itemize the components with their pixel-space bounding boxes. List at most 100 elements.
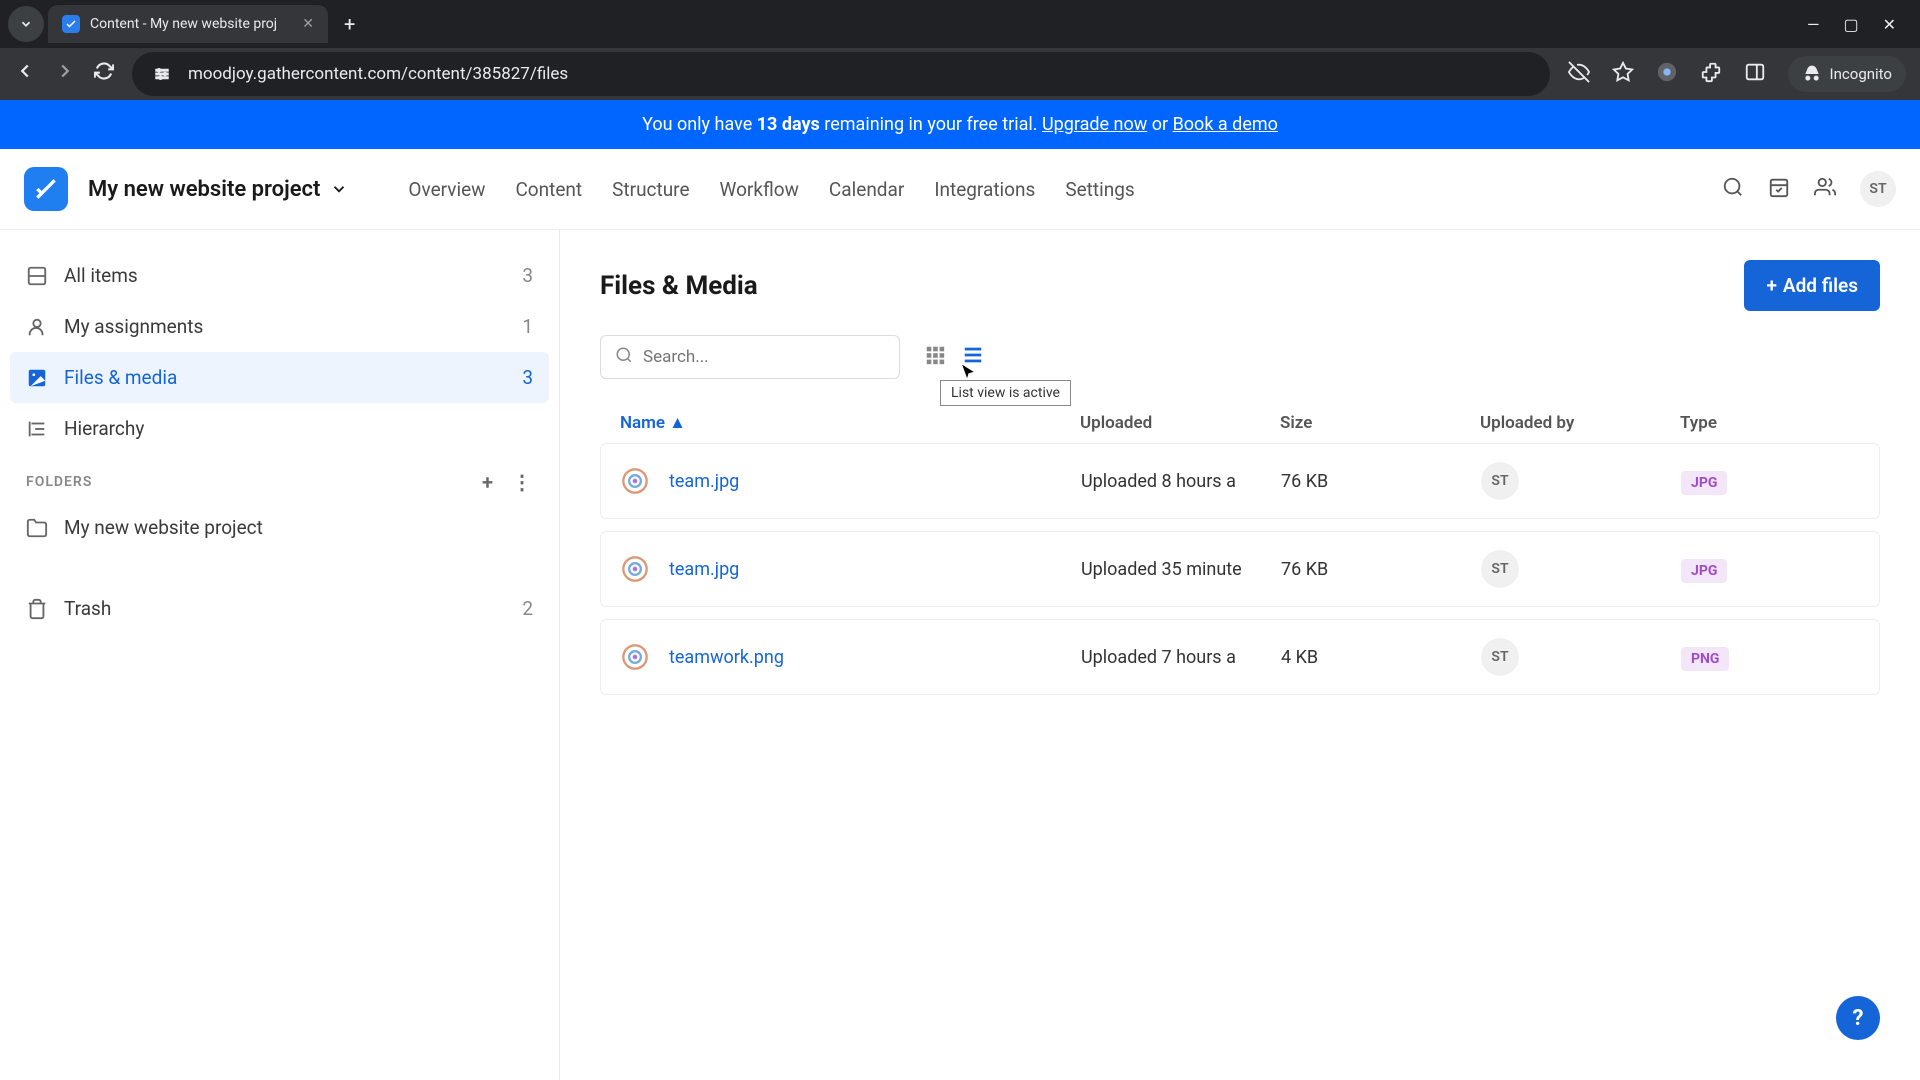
browser-chrome: Content - My new website proj ✕ + — ▢ ✕ … [0,0,1920,100]
bookmark-icon[interactable] [1612,61,1634,87]
minimize-button[interactable]: — [1807,15,1820,34]
file-uploader: ST [1481,638,1681,676]
table-row[interactable]: team.jpg Uploaded 35 minute 76 KB ST JPG [600,531,1880,607]
demo-link[interactable]: Book a demo [1173,114,1278,135]
tab-bar: Content - My new website proj ✕ + — ▢ ✕ [0,0,1920,48]
profile-icon[interactable] [1656,61,1678,87]
trash-count: 2 [522,597,533,620]
table-row[interactable]: teamwork.png Uploaded 7 hours a 4 KB ST … [600,619,1880,695]
view-toggle: List view is active [920,340,988,374]
folder-icon [26,517,48,539]
file-table: Name ▲ Uploaded Size Uploaded by Type te… [600,403,1880,695]
close-icon[interactable]: ✕ [302,16,314,32]
sidebar-item-label: Files & media [64,366,177,389]
sidebar-item-label: Hierarchy [64,417,144,440]
upgrade-link[interactable]: Upgrade now [1042,114,1147,135]
browser-tab[interactable]: Content - My new website proj ✕ [48,5,328,43]
site-settings-icon[interactable] [150,62,174,86]
folder-menu-button[interactable]: ⋮ [512,470,533,494]
sidebar: All items 3 My assignments 1 Files & med… [0,230,560,1080]
project-selector[interactable]: My new website project [88,177,348,202]
image-icon [26,367,48,389]
file-uploaded: Uploaded 35 minute [1081,559,1281,580]
project-name: My new website project [88,177,320,202]
file-uploader: ST [1481,550,1681,588]
add-files-label: Add files [1783,274,1858,297]
search-icon[interactable] [1722,176,1744,202]
search-box[interactable] [600,335,900,379]
col-type[interactable]: Type [1680,413,1860,433]
new-tab-button[interactable]: + [332,4,367,44]
trial-or: or [1147,114,1172,135]
app-logo[interactable] [24,167,68,211]
app-root: You only have 13 days remaining in your … [0,100,1920,1080]
tab-calendar[interactable]: Calendar [829,178,904,201]
tab-structure[interactable]: Structure [612,178,689,201]
calendar-icon[interactable] [1768,176,1790,202]
inbox-icon [26,265,48,287]
list-view-button[interactable] [958,340,988,374]
side-panel-icon[interactable] [1744,61,1766,87]
sidebar-item-count: 3 [522,366,533,389]
file-size: 76 KB [1281,471,1481,492]
sidebar-trash[interactable]: Trash 2 [10,583,549,634]
sidebar-item-files[interactable]: Files & media 3 [10,352,549,403]
file-size: 76 KB [1281,559,1481,580]
avatar[interactable]: ST [1860,171,1896,207]
sort-asc-icon: ▲ [669,413,686,433]
tab-workflow[interactable]: Workflow [720,178,799,201]
favicon-icon [62,15,80,33]
tooltip: List view is active [940,380,1071,406]
user-icon [26,316,48,338]
sidebar-item-label: All items [64,264,138,287]
table-row[interactable]: team.jpg Uploaded 8 hours a 76 KB ST JPG [600,443,1880,519]
back-button[interactable] [14,60,36,88]
tab-integrations[interactable]: Integrations [934,178,1035,201]
sidebar-item-hierarchy[interactable]: Hierarchy [10,403,549,454]
extensions-icon[interactable] [1700,61,1722,87]
sidebar-folder[interactable]: My new website project [10,502,549,553]
sidebar-item-all[interactable]: All items 3 [10,250,549,301]
add-folder-button[interactable]: + [482,470,494,494]
add-files-button[interactable]: + Add files [1744,260,1880,311]
tab-overview[interactable]: Overview [408,178,485,201]
trial-middle: remaining in your free trial. [820,114,1042,135]
chevron-down-icon [19,17,33,31]
col-size[interactable]: Size [1280,413,1480,433]
folder-name: My new website project [64,516,263,539]
sidebar-item-assignments[interactable]: My assignments 1 [10,301,549,352]
incognito-badge[interactable]: Incognito [1788,56,1906,92]
trial-banner: You only have 13 days remaining in your … [0,100,1920,149]
file-type: JPG [1681,471,1859,492]
sidebar-item-count: 1 [522,315,533,338]
trial-prefix: You only have [642,114,757,135]
col-name[interactable]: Name ▲ [620,413,1080,433]
file-uploader: ST [1481,462,1681,500]
address-bar: moodjoy.gathercontent.com/content/385827… [0,48,1920,100]
search-icon [615,346,633,368]
reload-button[interactable] [94,61,114,87]
file-thumbnail-icon [621,555,649,583]
tab-search-button[interactable] [8,6,44,42]
eye-off-icon[interactable] [1568,61,1590,87]
col-uploaded[interactable]: Uploaded [1080,413,1280,433]
file-name: teamwork.png [669,647,784,668]
search-input[interactable] [643,347,885,367]
url-text: moodjoy.gathercontent.com/content/385827… [188,64,568,84]
url-input[interactable]: moodjoy.gathercontent.com/content/385827… [132,52,1550,96]
tab-settings[interactable]: Settings [1065,178,1134,201]
forward-button[interactable] [54,60,76,88]
people-icon[interactable] [1814,176,1836,202]
table-header: Name ▲ Uploaded Size Uploaded by Type [600,403,1880,443]
help-button[interactable]: ? [1836,996,1880,1040]
file-type: JPG [1681,559,1859,580]
file-name: team.jpg [669,559,739,580]
col-uploadedby[interactable]: Uploaded by [1480,413,1680,433]
close-window-button[interactable]: ✕ [1883,15,1896,34]
content: Files & Media + Add files [560,230,1920,1080]
folders-section-header: FOLDERS + ⋮ [10,454,549,502]
grid-view-button[interactable] [920,340,950,374]
topbar-actions: ST [1722,171,1896,207]
maximize-button[interactable]: ▢ [1843,15,1858,34]
tab-content[interactable]: Content [515,178,582,201]
